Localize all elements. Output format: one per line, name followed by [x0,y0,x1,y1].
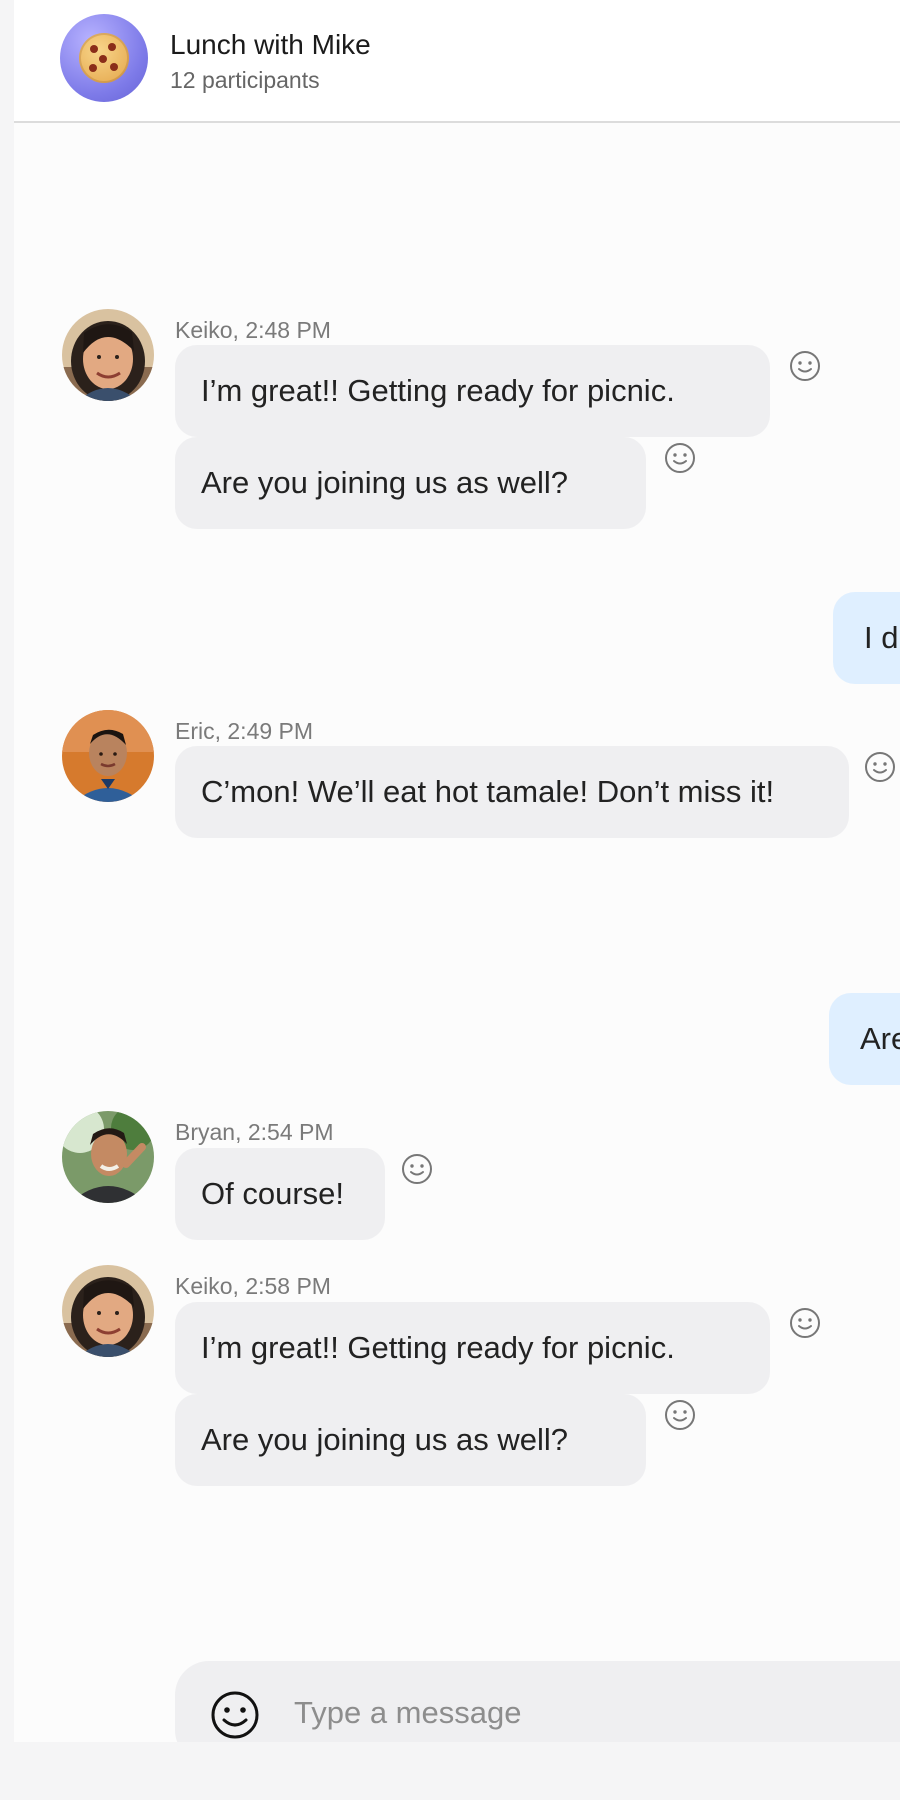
incoming-message-bubble[interactable]: C’mon! We’ll eat hot tamale! Don’t miss … [175,746,849,838]
incoming-message-bubble[interactable]: I’m great!! Getting ready for picnic. [175,1302,770,1394]
window-bottom-edge [0,1742,900,1800]
message-meta: Bryan, 2:54 PM [175,1119,334,1145]
bryan-photo [62,1111,154,1203]
emoji-picker-icon[interactable] [209,1689,261,1741]
smiley-icon[interactable] [400,1152,434,1186]
chat-header: Lunch with Mike 12 participants [14,0,900,123]
group-avatar[interactable] [60,14,148,102]
keiko-photo [62,309,154,401]
incoming-message-bubble[interactable]: I’m great!! Getting ready for picnic. [175,345,770,437]
message-meta: Eric, 2:49 PM [175,718,314,744]
bryan-avatar[interactable] [62,1111,154,1203]
incoming-message-bubble[interactable]: Are you joining us as well? [175,437,646,529]
message-meta: Keiko, 2:58 PM [175,1273,331,1299]
incoming-message-bubble[interactable]: Of course! [175,1148,385,1240]
conversation-title: Lunch with Mike [170,29,371,60]
outgoing-message-bubble[interactable]: I d [833,592,900,684]
cookie-icon [79,33,129,83]
smiley-icon[interactable] [863,750,897,784]
smiley-icon[interactable] [788,1306,822,1340]
smiley-icon[interactable] [788,349,822,383]
message-composer [175,1661,900,1742]
participants-count: 12 participants [170,67,320,93]
chat-window: Lunch with Mike 12 participants Keiko, 2… [14,0,900,1742]
keiko-avatar[interactable] [62,1265,154,1357]
keiko-photo [62,1265,154,1357]
smiley-icon[interactable] [663,1398,697,1432]
smiley-icon[interactable] [663,441,697,475]
message-input[interactable] [292,1689,856,1737]
incoming-message-bubble[interactable]: Are you joining us as well? [175,1394,646,1486]
eric-photo [62,710,154,802]
keiko-avatar[interactable] [62,309,154,401]
outgoing-message-bubble[interactable]: Are [829,993,900,1085]
message-meta: Keiko, 2:48 PM [175,317,331,343]
eric-avatar[interactable] [62,710,154,802]
